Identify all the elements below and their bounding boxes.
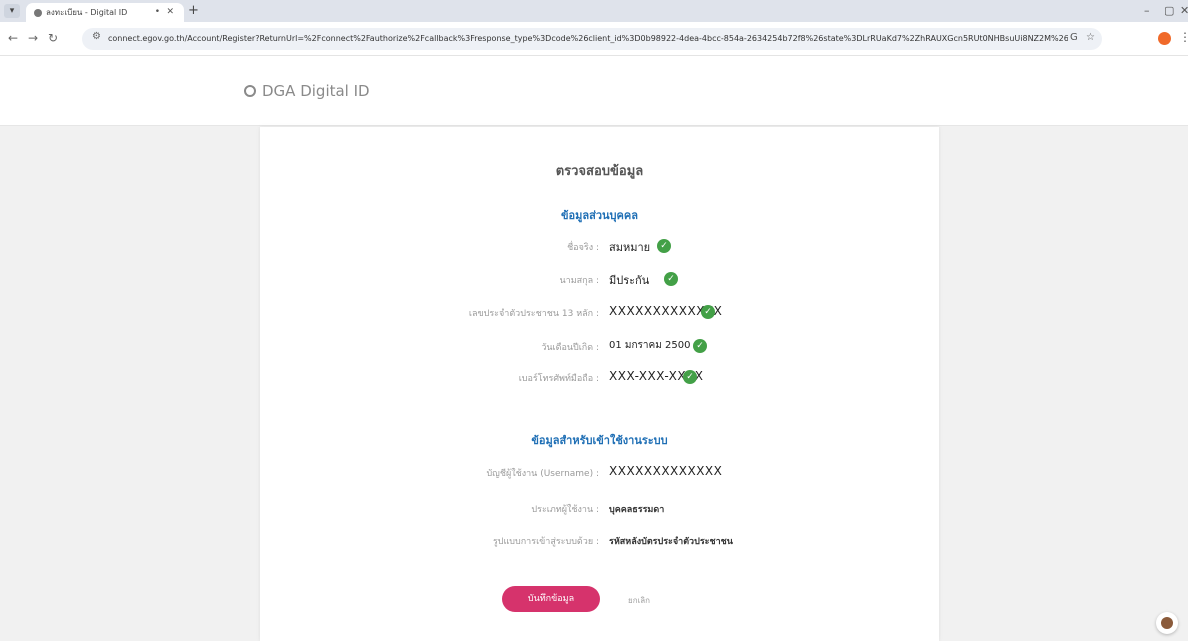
row-login-method: รูปแบบการเข้าสู่ระบบด้วย : รหัสหลังบัตรป… [260,531,939,551]
save-button[interactable]: บันทึกข้อมูล [502,586,600,612]
tab-close-icon[interactable]: ✕ [166,3,174,22]
translate-icon[interactable]: G [1070,32,1078,43]
url-text[interactable]: connect.egov.go.th/Account/Register?Retu… [108,28,1068,50]
row-user-type: ประเภทผู้ใช้งาน : บุคคลธรรมดา [260,499,939,519]
row-label: ชื่อจริง : [567,243,599,253]
site-logo[interactable]: DGA Digital ID [244,82,370,100]
row-value: รหัสหลังบัตรประจำตัวประชาชน [609,537,733,547]
cancel-link[interactable]: ยกเลิก [628,594,650,607]
check-circle-icon: ✓ [683,370,697,384]
row-citizen-id: เลขประจำตัวประชาชน 13 หลัก : XXXXXXXXXXX… [260,303,939,323]
row-username: บัญชีผู้ใช้งาน (Username) : XXXXXXXXXXXX… [260,463,939,483]
row-label: วันเดือนปีเกิด : [541,343,599,353]
close-window-button[interactable]: ✕ [1180,4,1188,18]
row-label: เบอร์โทรศัพท์มือถือ : [518,374,599,384]
cookie-icon [1161,617,1173,629]
row-first-name: ชื่อจริง : สมหมาย ✓ [260,237,939,257]
minimize-button[interactable]: – [1144,4,1150,18]
row-label: ประเภทผู้ใช้งาน : [531,505,599,515]
row-label: บัญชีผู้ใช้งาน (Username) : [486,469,599,479]
check-circle-icon: ✓ [657,239,671,253]
dga-logo-icon [244,85,256,97]
back-button[interactable]: ← [8,31,18,45]
check-circle-icon: ✓ [701,305,715,319]
restore-button[interactable]: ▢ [1164,4,1174,18]
forward-button[interactable]: → [28,31,38,45]
row-label: นามสกุล : [559,276,600,286]
row-value: บุคคลธรรมดา [609,505,665,515]
cookie-settings-button[interactable] [1156,612,1178,634]
row-value: สมหมาย [609,241,651,254]
site-info-icon[interactable]: ⚙ [92,31,101,42]
review-card: ตรวจสอบข้อมูล ข้อมูลส่วนบุคคล ชื่อจริง :… [260,127,939,641]
personal-section-title: ข้อมูลส่วนบุคคล [561,209,638,222]
bookmark-star-icon[interactable]: ☆ [1086,32,1095,43]
tab-search-button[interactable]: ▾ [4,4,20,18]
row-value: มีประกัน [609,274,650,287]
check-circle-icon: ✓ [693,339,707,353]
profile-avatar-icon[interactable] [1158,32,1171,45]
tab-audio-dot-icon: • [154,7,160,17]
row-phone: เบอร์โทรศัพท์มือถือ : XXX-XXX-XXXX ✓ [260,368,939,388]
new-tab-button[interactable]: + [188,3,199,19]
reload-button[interactable]: ↻ [48,31,58,45]
tab-title: ลงทะเบียน - Digital ID [46,8,128,17]
row-value: XXXXXXXXXXXXX [609,464,723,478]
page-title: ตรวจสอบข้อมูล [555,164,644,179]
row-label: รูปแบบการเข้าสู่ระบบด้วย : [492,537,599,547]
browser-tab-bar: ▾ ลงทะเบียน - Digital ID • ✕ + – ▢ ✕ [0,0,1188,22]
row-last-name: นามสกุล : มีประกัน ✓ [260,270,939,290]
browser-menu-icon[interactable]: ⋮ [1179,30,1188,44]
logo-text: DGA Digital ID [262,82,370,100]
address-toolbar: ← → ↻ ⚙ connect.egov.go.th/Account/Regis… [0,22,1188,56]
browser-tab[interactable]: ลงทะเบียน - Digital ID • ✕ [26,3,184,22]
check-circle-icon: ✓ [664,272,678,286]
row-label: เลขประจำตัวประชาชน 13 หลัก : [468,309,599,319]
site-header: DGA Digital ID [0,56,1188,126]
row-birth-date: วันเดือนปีเกิด : 01 มกราคม 2500 ✓ [260,337,939,357]
address-bar[interactable]: ⚙ connect.egov.go.th/Account/Register?Re… [82,28,1102,50]
tab-favicon-icon [34,8,42,17]
service-section-title: ข้อมูลสำหรับเข้าใช้งานระบบ [531,434,668,447]
row-value: 01 มกราคม 2500 [609,340,691,351]
